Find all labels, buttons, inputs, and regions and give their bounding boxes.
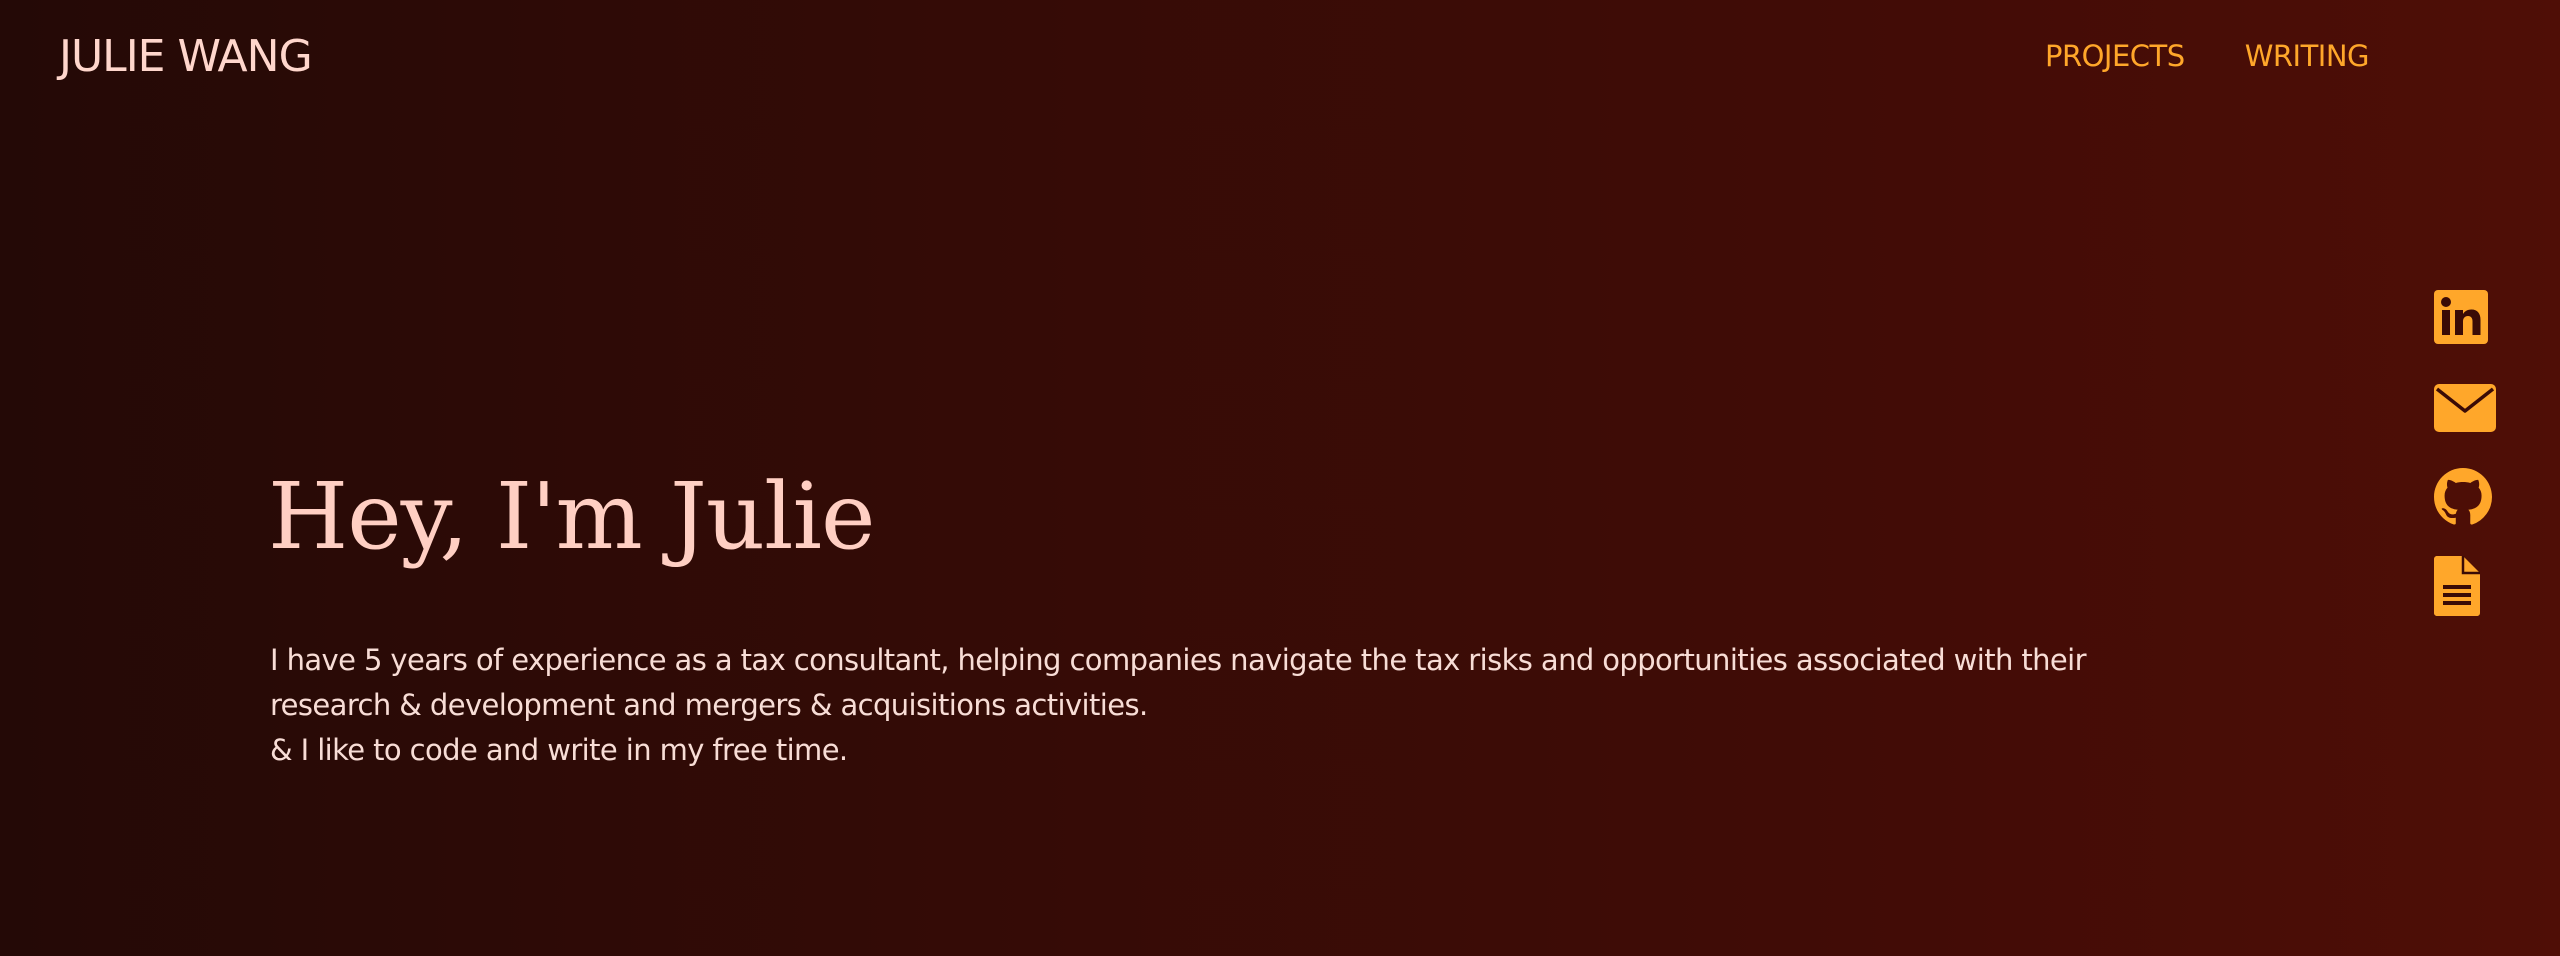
nav-link-writing[interactable]: WRITING — [2245, 36, 2370, 76]
mail-link[interactable] — [2434, 384, 2496, 432]
bio-line: I have 5 years of experience as a tax co… — [270, 643, 2087, 677]
main-nav: PROJECTS WRITING — [2045, 36, 2370, 76]
bio-line: & I like to code and write in my free ti… — [270, 733, 848, 767]
github-icon — [2434, 468, 2492, 525]
linkedin-link[interactable] — [2434, 290, 2496, 344]
bio-line: research & development and mergers & acq… — [270, 688, 1148, 722]
hero-title: Hey, I'm Julie — [268, 463, 875, 570]
nav-link-projects[interactable]: PROJECTS — [2045, 36, 2185, 76]
resume-link[interactable] — [2434, 556, 2496, 616]
site-name[interactable]: JULIE WANG — [59, 28, 313, 86]
hero-bio: I have 5 years of experience as a tax co… — [270, 638, 2090, 773]
mail-icon — [2434, 384, 2496, 432]
document-icon — [2434, 556, 2480, 616]
github-link[interactable] — [2434, 468, 2496, 526]
linkedin-icon — [2434, 290, 2488, 344]
